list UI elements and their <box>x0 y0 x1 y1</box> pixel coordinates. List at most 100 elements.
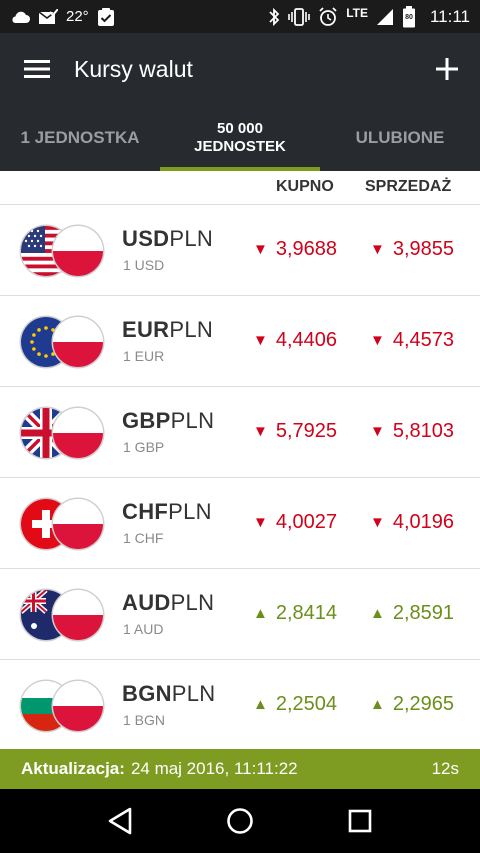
down-arrow-icon: ▼ <box>253 423 268 440</box>
recents-button[interactable] <box>330 791 390 851</box>
currency-pair: GBPPLN <box>122 408 214 434</box>
pl-flag-icon <box>53 681 103 731</box>
buy-rate: ▼ 5,7925 <box>253 420 337 443</box>
update-age: 12s <box>431 759 459 778</box>
home-button[interactable] <box>210 791 270 851</box>
currency-pair: USDPLN <box>122 226 213 252</box>
flag-pair <box>21 499 103 549</box>
currency-pair: CHFPLN <box>122 499 212 525</box>
currency-pair: AUDPLN <box>122 590 214 616</box>
rates-list: USDPLN 1 USD ▼ 3,9688 ▼ 3,9855 EURPLN 1 … <box>0 205 480 751</box>
quote-currency: PLN <box>171 681 216 706</box>
pl-flag-icon <box>53 408 103 458</box>
status-bar: 22° LTE 80 11:11 <box>0 0 480 33</box>
tab-bar: 1 JEDNOSTKA 50 000 JEDNOSTEK ULUBIONE <box>0 105 480 171</box>
rate-row-eur[interactable]: EURPLN 1 EUR ▼ 4,4406 ▼ 4,4573 <box>0 296 480 387</box>
sell-rate: ▼ 3,9855 <box>370 238 454 261</box>
buy-value: 5,7925 <box>275 420 338 442</box>
tab-1-unit[interactable]: 1 JEDNOSTKA <box>0 105 160 171</box>
clipboard-check-icon <box>97 7 115 27</box>
battery-level: 80 <box>405 13 413 21</box>
buy-rate: ▼ 4,0027 <box>253 511 337 534</box>
down-arrow-icon: ▼ <box>370 241 385 258</box>
tab-label-line2: JEDNOSTEK <box>194 138 286 155</box>
flag-pair <box>21 408 103 458</box>
buy-rate: ▼ 4,4406 <box>253 329 337 352</box>
quote-currency: PLN <box>170 590 215 615</box>
base-currency: AUD <box>122 590 171 615</box>
tab-label: ULUBIONE <box>355 128 445 147</box>
back-button[interactable] <box>90 791 150 851</box>
currency-pair: EURPLN <box>122 317 213 343</box>
sell-rate: ▲ 2,2965 <box>370 693 454 716</box>
up-arrow-icon: ▲ <box>253 605 268 622</box>
sell-value: 2,2965 <box>392 693 455 715</box>
quote-currency: PLN <box>168 499 212 524</box>
sell-rate: ▼ 4,4573 <box>370 329 454 352</box>
base-currency: GBP <box>122 408 171 433</box>
sell-rate: ▲ 2,8591 <box>370 602 454 625</box>
plus-icon <box>436 58 458 80</box>
rate-row-aud[interactable]: AUDPLN 1 AUD ▲ 2,8414 ▲ 2,8591 <box>0 569 480 660</box>
base-currency: USD <box>122 226 170 251</box>
sell-value: 3,9855 <box>392 238 455 260</box>
cloud-icon <box>10 10 30 24</box>
quote-currency: PLN <box>170 408 215 433</box>
unit-label: 1 USD <box>123 257 165 273</box>
column-headers: KUPNO SPRZEDAŻ <box>0 171 480 205</box>
bluetooth-icon <box>268 7 280 27</box>
tab-favorites[interactable]: ULUBIONE <box>320 105 480 171</box>
down-arrow-icon: ▼ <box>253 332 268 349</box>
buy-value: 4,0027 <box>275 511 338 533</box>
pl-flag-icon <box>53 499 103 549</box>
tab-label-line1: 50 000 <box>217 120 263 137</box>
recents-icon <box>348 809 372 833</box>
column-header-buy: KUPNO <box>276 178 334 195</box>
unit-label: 1 AUD <box>123 621 164 637</box>
update-bar: Aktualizacja: 24 maj 2016, 11:11:22 12s <box>0 749 480 789</box>
rate-row-gbp[interactable]: GBPPLN 1 GBP ▼ 5,7925 ▼ 5,8103 <box>0 387 480 478</box>
network-type: LTE <box>346 5 368 20</box>
app-bar: Kursy walut <box>0 33 480 105</box>
buy-value: 2,2504 <box>275 693 338 715</box>
tab-50000-units[interactable]: 50 000 JEDNOSTEK <box>160 105 320 171</box>
flag-pair <box>21 590 103 640</box>
alarm-icon <box>318 6 338 27</box>
sell-value: 4,4573 <box>392 329 455 351</box>
rate-row-bgn[interactable]: BGNPLN 1 BGN ▲ 2,2504 ▲ 2,2965 <box>0 660 480 751</box>
down-arrow-icon: ▼ <box>370 332 385 349</box>
unit-label: 1 GBP <box>123 439 165 455</box>
sell-value: 4,0196 <box>392 511 455 533</box>
flag-pair <box>21 226 103 276</box>
clock: 11:11 <box>429 6 470 26</box>
rate-row-usd[interactable]: USDPLN 1 USD ▼ 3,9688 ▼ 3,9855 <box>0 205 480 296</box>
currency-pair: BGNPLN <box>122 681 216 707</box>
vibrate-icon <box>288 7 310 26</box>
menu-icon <box>24 60 50 78</box>
quote-currency: PLN <box>169 226 214 251</box>
update-label: Aktualizacja: <box>21 759 125 778</box>
unit-label: 1 CHF <box>123 530 164 546</box>
buy-rate: ▲ 2,2504 <box>253 693 337 716</box>
unit-label: 1 EUR <box>123 348 165 364</box>
battery-icon: 80 <box>402 5 416 28</box>
buy-value: 4,4406 <box>275 329 338 351</box>
sell-rate: ▼ 4,0196 <box>370 511 454 534</box>
rate-row-chf[interactable]: CHFPLN 1 CHF ▼ 4,0027 ▼ 4,0196 <box>0 478 480 569</box>
temperature: 22° <box>66 8 89 25</box>
down-arrow-icon: ▼ <box>370 423 385 440</box>
buy-rate: ▼ 3,9688 <box>253 238 337 261</box>
navigation-bar <box>0 789 480 853</box>
flag-pair <box>21 317 103 367</box>
sell-rate: ▼ 5,8103 <box>370 420 454 443</box>
column-header-sell: SPRZEDAŻ <box>365 178 452 195</box>
pl-flag-icon <box>53 590 103 640</box>
base-currency: EUR <box>122 317 170 342</box>
quote-currency: PLN <box>169 317 214 342</box>
buy-rate: ▲ 2,8414 <box>253 602 337 625</box>
page-title: Kursy walut <box>74 55 193 82</box>
add-button[interactable] <box>414 33 480 105</box>
menu-button[interactable] <box>0 33 74 105</box>
mail-check-icon <box>38 8 58 25</box>
base-currency: BGN <box>122 681 172 706</box>
